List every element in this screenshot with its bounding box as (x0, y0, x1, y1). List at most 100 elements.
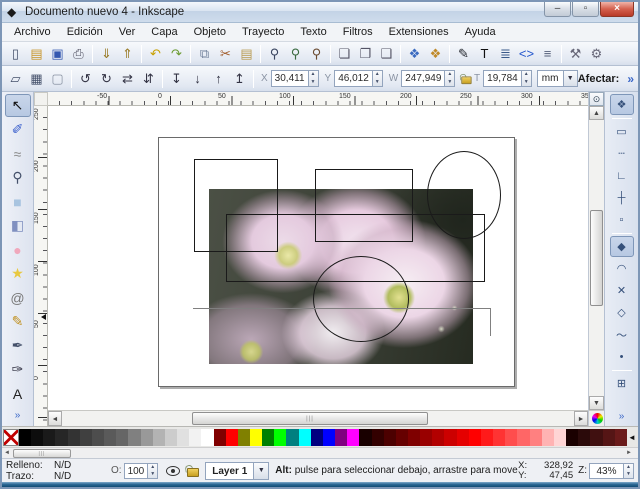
close-button[interactable]: × (600, 2, 634, 17)
color-swatch[interactable] (152, 428, 165, 446)
snap-bbox-centers[interactable]: ▫ (610, 209, 634, 230)
menu-extensiones[interactable]: Extensiones (381, 24, 457, 40)
toolbox-overflow[interactable]: » (15, 410, 21, 421)
color-swatch[interactable] (395, 428, 408, 446)
color-swatch[interactable] (31, 428, 44, 446)
fill-stroke-dialog-icon[interactable]: ✎ (454, 44, 474, 64)
menu-filtros[interactable]: Filtros (335, 24, 381, 40)
color-swatch[interactable] (529, 428, 542, 446)
palette-scroll-left-icon[interactable]: ◄ (2, 450, 12, 456)
color-swatch[interactable] (322, 428, 336, 446)
color-swatch[interactable] (420, 428, 433, 446)
deselect-icon[interactable]: ▢ (48, 69, 68, 89)
title-bar[interactable]: ◆ Documento nuevo 4 - Inkscape – ▫ × (2, 2, 638, 23)
canvas[interactable] (48, 106, 588, 410)
color-swatch[interactable] (286, 428, 299, 446)
paste-icon[interactable]: ▤ (237, 44, 257, 64)
lock-width-height-icon[interactable] (461, 73, 472, 84)
menu-ver[interactable]: Ver (111, 24, 144, 40)
color-swatch[interactable] (456, 428, 469, 446)
color-swatch[interactable] (590, 428, 603, 446)
color-swatch[interactable] (201, 428, 214, 446)
enable-snapping[interactable]: ❖ (609, 94, 634, 115)
align-dialog-icon[interactable]: ≡ (538, 44, 558, 64)
color-swatch[interactable] (383, 428, 396, 446)
save-document-icon[interactable]: ▣ (48, 44, 68, 64)
toolbar-overflow-chevron[interactable]: » (627, 72, 634, 86)
pencil-tool[interactable]: ✎ (5, 310, 31, 333)
color-swatch[interactable] (444, 428, 457, 446)
color-swatch[interactable] (104, 428, 117, 446)
spiral-tool[interactable]: @ (5, 286, 31, 309)
vertical-scrollbar[interactable]: ▲ ▼ (589, 106, 604, 410)
unit-dropdown-arrow-icon[interactable]: ▼ (562, 70, 578, 87)
horizontal-scrollbar[interactable]: ◄ ||| ► (48, 410, 588, 426)
text-tool[interactable]: A (5, 382, 31, 405)
copy-icon[interactable]: ⧉ (195, 44, 215, 64)
color-swatch[interactable] (517, 428, 530, 446)
snap-path-intersections[interactable]: ✕ (610, 280, 634, 301)
height-spinner[interactable]: ▲ ▼ (520, 70, 532, 87)
zoom-spinner[interactable]: ▲ ▼ (623, 462, 634, 479)
color-swatch[interactable] (298, 428, 311, 446)
color-swatch[interactable] (67, 428, 80, 446)
unlink-clone-icon[interactable]: ❑ (377, 44, 397, 64)
tweak-tool[interactable]: ≈ (5, 142, 31, 165)
color-swatch[interactable] (55, 428, 68, 446)
sticky-zoom-button[interactable]: ⊙ (589, 92, 604, 106)
color-swatch[interactable] (213, 428, 226, 446)
color-swatch[interactable] (432, 428, 445, 446)
zoom-page-icon[interactable]: ⚲ (307, 44, 327, 64)
export-icon[interactable]: ⇑ (118, 44, 138, 64)
color-swatch[interactable] (468, 428, 481, 446)
color-swatch[interactable] (541, 428, 554, 446)
layer-dropdown-arrow-icon[interactable]: ▼ (253, 461, 270, 480)
ellipse-shape[interactable] (427, 151, 501, 239)
color-swatch[interactable] (140, 428, 153, 446)
open-document-icon[interactable]: ▤ (27, 44, 47, 64)
scroll-down-icon[interactable]: ▼ (589, 396, 604, 410)
snap-cusp-nodes[interactable]: ◇ (610, 302, 634, 323)
calligraphy-tool[interactable]: ✑ (5, 358, 31, 381)
menu-archivo[interactable]: Archivo (6, 24, 59, 40)
color-swatch[interactable] (347, 428, 360, 446)
opacity-spinner[interactable]: ▲ ▼ (147, 462, 159, 479)
color-swatch[interactable] (79, 428, 92, 446)
menu-ayuda[interactable]: Ayuda (457, 24, 504, 40)
color-management-toggle[interactable] (589, 410, 605, 426)
select-all-icon[interactable]: ▱ (6, 69, 26, 89)
group-objects-icon[interactable]: ❖ (405, 44, 425, 64)
rectangle-tool[interactable]: ■ (5, 190, 31, 213)
color-swatch[interactable] (359, 428, 372, 446)
duplicate-icon[interactable]: ❏ (335, 44, 355, 64)
selector-tool[interactable]: ↖ (4, 94, 31, 117)
flip-horizontal-icon[interactable]: ⇄ (118, 69, 138, 89)
menu-edicion[interactable]: Edición (59, 24, 111, 40)
ellipse-shape[interactable] (313, 256, 409, 342)
minimize-button[interactable]: – (544, 2, 571, 17)
color-swatch[interactable] (335, 428, 348, 446)
snap-bbox-edge-midpoints[interactable]: ┼ (610, 187, 634, 208)
color-swatch[interactable] (249, 428, 263, 446)
color-swatch[interactable] (237, 428, 250, 446)
bezier-pen-tool[interactable]: ✒ (5, 334, 31, 357)
preferences-icon[interactable]: ⚒ (566, 44, 586, 64)
snap-object-centers[interactable]: ⊞ (610, 373, 634, 394)
scroll-left-icon[interactable]: ◄ (48, 411, 62, 426)
color-swatch[interactable] (566, 428, 579, 446)
document-properties-icon[interactable]: ⚙ (587, 44, 607, 64)
rotate-cw-icon[interactable]: ↻ (97, 69, 117, 89)
color-swatch[interactable] (189, 428, 202, 446)
snap-nodes[interactable]: ◆ (609, 236, 634, 257)
rotate-ccw-icon[interactable]: ↺ (76, 69, 96, 89)
height-input[interactable]: 19,784 (483, 70, 521, 87)
palette-scrollbar[interactable]: ◄ ||| ► (2, 447, 638, 458)
color-swatch[interactable] (91, 428, 105, 446)
snapbar-overflow[interactable]: » (619, 411, 625, 422)
color-swatch[interactable] (43, 428, 56, 446)
path-line-shape[interactable] (193, 308, 490, 309)
select-all-layers-icon[interactable]: ▦ (27, 69, 47, 89)
undo-icon[interactable]: ↶ (146, 44, 166, 64)
color-swatch[interactable] (480, 428, 494, 446)
color-swatch[interactable] (553, 428, 567, 446)
